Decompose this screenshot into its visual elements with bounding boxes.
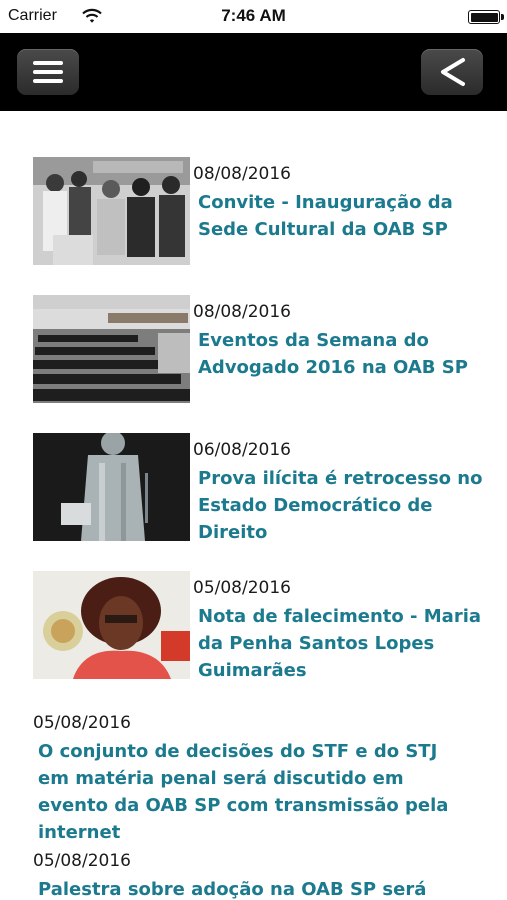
navigation-bar	[0, 33, 507, 111]
news-title-link[interactable]: Prova ilícita é retrocesso no Estado Dem…	[193, 465, 493, 546]
news-thumbnail-statue[interactable]	[33, 433, 190, 541]
news-thumbnail-portrait[interactable]	[33, 571, 190, 679]
back-button[interactable]	[421, 49, 483, 95]
chevron-left-icon	[441, 58, 465, 86]
news-title-link[interactable]: Convite - Inauguração da Sede Cultural d…	[193, 189, 493, 243]
news-feed[interactable]: 08/08/2016 Convite - Inauguração da Sede…	[0, 111, 507, 900]
news-thumbnail-ceremony[interactable]	[33, 157, 190, 265]
menu-button[interactable]	[17, 49, 79, 95]
news-date: 08/08/2016	[193, 164, 291, 184]
news-title-link[interactable]: O conjunto de decisões do STF e do STJ e…	[33, 738, 473, 846]
news-date: 05/08/2016	[33, 713, 131, 733]
news-date: 05/08/2016	[33, 851, 131, 871]
battery-icon	[468, 10, 500, 24]
hamburger-icon	[33, 61, 63, 83]
status-time: 7:46 AM	[221, 6, 286, 25]
news-title-link[interactable]: Palestra sobre adoção na OAB SP será	[33, 876, 473, 900]
battery-tip	[501, 14, 504, 20]
news-date: 08/08/2016	[193, 302, 291, 322]
news-date: 05/08/2016	[193, 578, 291, 598]
news-title-link[interactable]: Eventos da Semana do Advogado 2016 na OA…	[193, 327, 493, 381]
news-title-link[interactable]: Nota de falecimento - Maria da Penha San…	[193, 603, 493, 684]
news-date: 06/08/2016	[193, 440, 291, 460]
status-bar: Carrier 7:46 AM	[0, 0, 507, 33]
news-thumbnail-auditorium[interactable]	[33, 295, 190, 403]
